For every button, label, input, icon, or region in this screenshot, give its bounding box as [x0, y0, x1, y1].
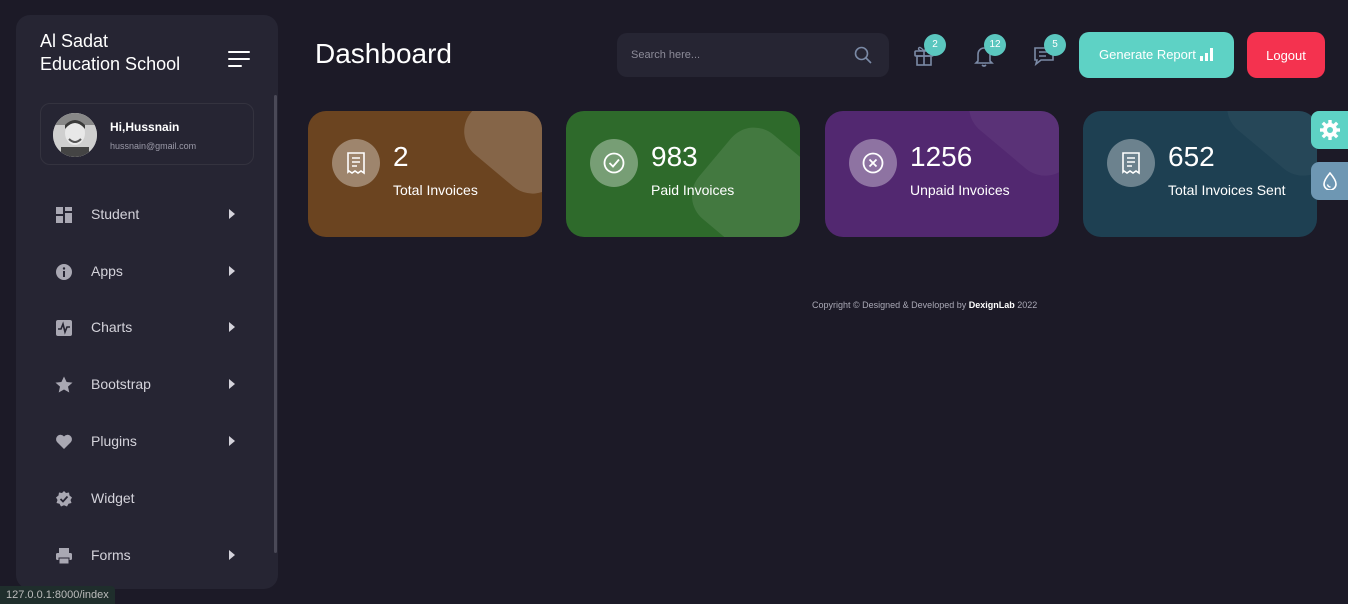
- stat-value: 652: [1168, 141, 1215, 172]
- chevron-right-icon: [229, 322, 235, 332]
- sidebar-item-charts[interactable]: Charts: [54, 312, 254, 342]
- stat-card-total-invoices-sent[interactable]: 652 Total Invoices Sent: [1083, 111, 1317, 237]
- hamburger-menu-icon[interactable]: [228, 49, 250, 67]
- bar-chart-icon: [1200, 48, 1213, 61]
- star-icon: [55, 376, 73, 393]
- search-bar: [617, 33, 889, 77]
- brand-line-1: Al Sadat: [40, 31, 109, 51]
- generate-report-label: Generate Report: [1099, 47, 1196, 62]
- avatar: [53, 113, 97, 157]
- stat-value: 1256: [910, 141, 973, 172]
- printer-icon: [56, 548, 72, 565]
- droplet-icon: [1323, 172, 1337, 190]
- brand-line-2: Education School: [40, 54, 181, 74]
- sidebar-item-label: Bootstrap: [91, 376, 151, 392]
- stat-value: 2: [393, 141, 409, 172]
- chat-badge: 5: [1044, 34, 1066, 56]
- sidebar-item-label: Forms: [91, 547, 131, 563]
- x-circle-icon: [849, 139, 897, 187]
- sidebar-item-label: Charts: [91, 319, 133, 335]
- brand-name[interactable]: Al Sadat Education School: [40, 30, 180, 76]
- generate-report-button[interactable]: Generate Report: [1079, 32, 1234, 78]
- stat-label: Unpaid Invoices: [910, 182, 1010, 198]
- sidebar-item-label: Widget: [91, 490, 135, 506]
- sidebar-item-apps[interactable]: Apps: [54, 256, 254, 286]
- chevron-right-icon: [229, 550, 235, 560]
- grid-icon: [56, 207, 72, 223]
- status-bar-url: 127.0.0.1:8000/index: [0, 586, 115, 604]
- user-email: hussnain@gmail.com: [110, 141, 197, 151]
- chevron-right-icon: [229, 379, 235, 389]
- check-circle-icon: [590, 139, 638, 187]
- sidebar-scrollbar[interactable]: [274, 95, 277, 553]
- sidebar-item-bootstrap[interactable]: Bootstrap: [54, 369, 254, 399]
- stat-label: Paid Invoices: [651, 182, 735, 198]
- settings-button[interactable]: [1311, 111, 1348, 149]
- logout-button[interactable]: Logout: [1247, 32, 1325, 78]
- bell-badge: 12: [984, 34, 1006, 56]
- gift-badge: 2: [924, 34, 946, 56]
- search-icon[interactable]: [853, 45, 873, 65]
- sidebar-item-label: Plugins: [91, 433, 137, 449]
- badge-check-icon: [56, 491, 72, 507]
- chevron-right-icon: [229, 209, 235, 219]
- stat-value: 983: [651, 141, 698, 172]
- page-title: Dashboard: [315, 38, 452, 69]
- theme-color-button[interactable]: [1311, 162, 1348, 200]
- sidebar-item-label: Student: [91, 206, 140, 222]
- sidebar-item-plugins[interactable]: Plugins: [54, 426, 254, 456]
- search-input[interactable]: [631, 45, 831, 65]
- sidebar: Al Sadat Education School Hi,Hussnain hu…: [16, 15, 278, 589]
- sidebar-item-forms[interactable]: Forms: [54, 540, 254, 570]
- chevron-right-icon: [229, 436, 235, 446]
- user-greeting: Hi,Hussnain: [110, 120, 180, 134]
- receipt-icon: [1107, 139, 1155, 187]
- footer-brand-link[interactable]: DexignLab: [969, 300, 1015, 310]
- sidebar-item-student[interactable]: Student: [54, 199, 254, 229]
- info-icon: [56, 264, 72, 280]
- stat-card-paid-invoices[interactable]: 983 Paid Invoices: [566, 111, 800, 237]
- stat-card-unpaid-invoices[interactable]: 1256 Unpaid Invoices: [825, 111, 1059, 237]
- stat-card-total-invoices[interactable]: 2 Total Invoices: [308, 111, 542, 237]
- stat-label: Total Invoices: [393, 182, 478, 198]
- gear-icon: [1320, 120, 1340, 140]
- user-profile-card[interactable]: Hi,Hussnain hussnain@gmail.com: [40, 103, 254, 165]
- stat-label: Total Invoices Sent: [1168, 182, 1286, 198]
- receipt-icon: [332, 139, 380, 187]
- footer-copyright: Copyright © Designed & Developed by Dexi…: [812, 300, 1038, 310]
- heart-icon: [56, 434, 72, 449]
- sidebar-item-label: Apps: [91, 263, 123, 279]
- sidebar-item-widget[interactable]: Widget: [54, 483, 254, 513]
- pulse-chart-icon: [56, 320, 72, 336]
- chevron-right-icon: [229, 266, 235, 276]
